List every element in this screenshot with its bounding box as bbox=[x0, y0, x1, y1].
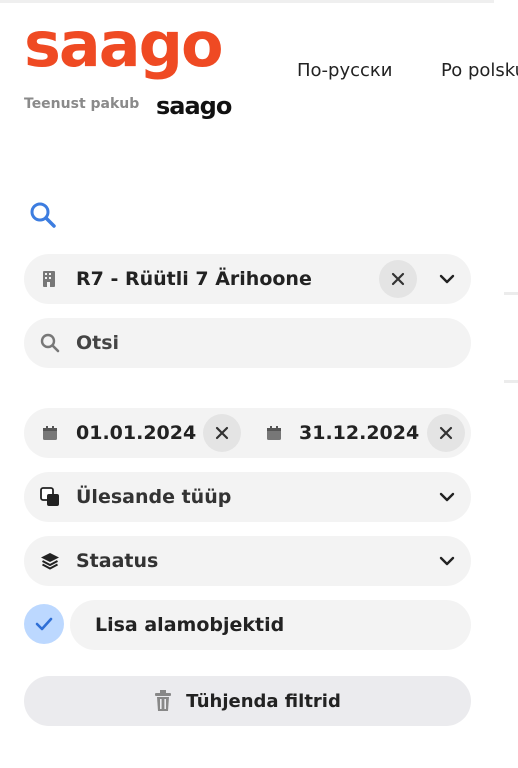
search-input-placeholder[interactable]: Otsi bbox=[76, 332, 119, 354]
clear-filters-label: Tühjenda filtrid bbox=[186, 690, 341, 712]
saago-logo[interactable]: saago bbox=[24, 16, 254, 88]
close-icon bbox=[439, 426, 453, 440]
saago-small-logo: saago bbox=[156, 92, 233, 120]
header-divider bbox=[0, 0, 494, 3]
search-field[interactable]: Otsi bbox=[24, 318, 471, 368]
language-link-russian[interactable]: По-русски bbox=[297, 60, 392, 81]
task-type-label: Ülesande tüüp bbox=[76, 486, 232, 508]
svg-text:saago: saago bbox=[156, 92, 232, 120]
side-divider bbox=[504, 292, 518, 295]
building-icon bbox=[42, 270, 56, 288]
language-link-polish[interactable]: Po polsku bbox=[441, 60, 518, 81]
date-from-value[interactable]: 01.01.2024 bbox=[76, 422, 196, 444]
date-to-value[interactable]: 31.12.2024 bbox=[299, 422, 419, 444]
sub-objects-label: Lisa alamobjektid bbox=[95, 614, 285, 636]
task-type-select[interactable]: Ülesande tüüp bbox=[24, 472, 471, 522]
trash-icon bbox=[155, 690, 172, 711]
object-select-value: R7 - Rüütli 7 Ärihoone bbox=[76, 268, 312, 290]
object-clear-button[interactable] bbox=[379, 260, 417, 298]
status-select[interactable]: Staatus bbox=[24, 536, 471, 586]
calendar-icon bbox=[42, 425, 58, 441]
chevron-down-icon[interactable] bbox=[439, 556, 455, 566]
chevron-down-icon[interactable] bbox=[439, 492, 455, 502]
object-select[interactable]: R7 - Rüütli 7 Ärihoone bbox=[24, 254, 471, 304]
date-to-clear-button[interactable] bbox=[427, 414, 465, 452]
sub-objects-toggle[interactable]: Lisa alamobjektid bbox=[70, 600, 471, 650]
date-from-clear-button[interactable] bbox=[203, 414, 241, 452]
search-icon[interactable] bbox=[28, 200, 58, 230]
search-icon bbox=[40, 333, 60, 353]
checkmark-icon bbox=[35, 617, 53, 631]
layers-icon bbox=[40, 551, 60, 571]
powered-by-label: Teenust pakub bbox=[24, 96, 140, 112]
close-icon bbox=[215, 426, 229, 440]
side-divider bbox=[504, 380, 518, 383]
calendar-icon bbox=[266, 425, 282, 441]
sub-objects-checkbox[interactable] bbox=[24, 604, 64, 644]
task-type-icon bbox=[40, 487, 60, 507]
clear-filters-button[interactable]: Tühjenda filtrid bbox=[24, 676, 471, 726]
svg-text:saago: saago bbox=[24, 16, 222, 81]
chevron-down-icon[interactable] bbox=[439, 274, 455, 284]
close-icon bbox=[391, 272, 405, 286]
date-range-field[interactable]: 01.01.2024 31.12.2024 bbox=[24, 408, 471, 458]
status-label: Staatus bbox=[76, 550, 159, 572]
